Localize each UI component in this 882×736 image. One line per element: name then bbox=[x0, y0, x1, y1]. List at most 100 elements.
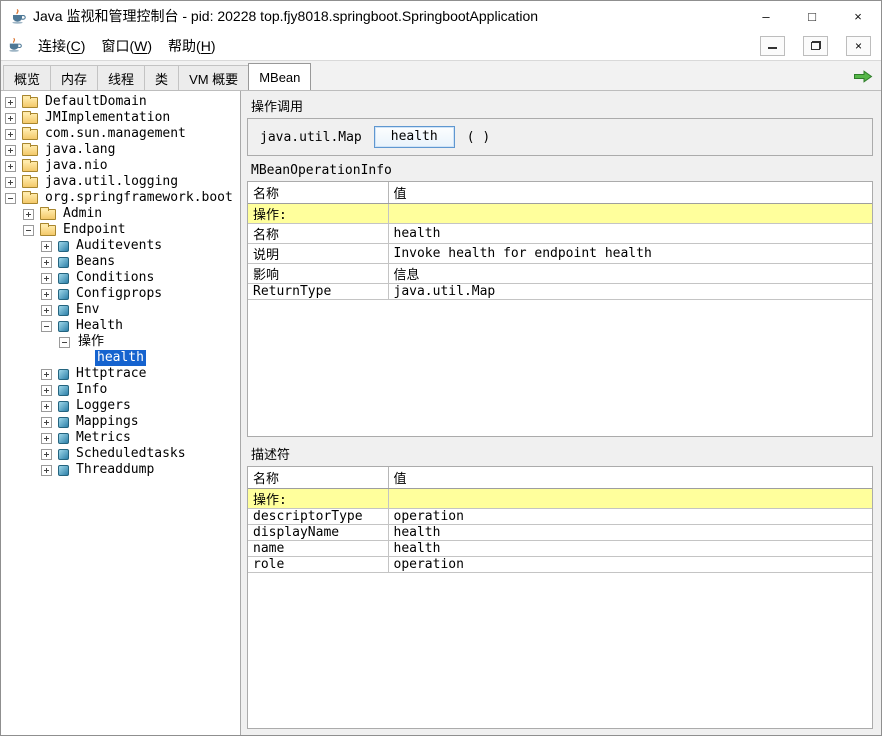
expand-icon[interactable] bbox=[41, 433, 52, 444]
expand-icon[interactable] bbox=[5, 129, 16, 140]
collapse-icon[interactable] bbox=[41, 321, 52, 332]
column-header-名称[interactable]: 名称 bbox=[248, 467, 388, 488]
frame-minimize-button[interactable] bbox=[760, 36, 785, 56]
cell-value[interactable]: Invoke health for endpoint health bbox=[388, 243, 872, 263]
tree-item-Scheduledtasks[interactable]: Scheduledtasks bbox=[1, 446, 240, 462]
column-header-名称[interactable]: 名称 bbox=[248, 182, 388, 203]
tree-item-JMImplementation[interactable]: JMImplementation bbox=[1, 110, 240, 126]
table-row[interactable]: 影响信息 bbox=[248, 263, 872, 283]
tree-item-org.springframework.boot[interactable]: org.springframework.boot bbox=[1, 190, 240, 206]
tree-item-health[interactable]: health bbox=[1, 350, 240, 366]
cell-name[interactable]: 说明 bbox=[248, 243, 388, 263]
tree-item-DefaultDomain[interactable]: DefaultDomain bbox=[1, 94, 240, 110]
tab-概览[interactable]: 概览 bbox=[3, 65, 51, 90]
expand-icon[interactable] bbox=[5, 161, 16, 172]
table-row[interactable]: namehealth bbox=[248, 540, 872, 556]
cell-name[interactable]: descriptorType bbox=[248, 508, 388, 524]
tree-item-Beans[interactable]: Beans bbox=[1, 254, 240, 270]
tree-item-com.sun.management[interactable]: com.sun.management bbox=[1, 126, 240, 142]
expand-icon[interactable] bbox=[41, 305, 52, 316]
expand-icon[interactable] bbox=[41, 385, 52, 396]
frame-close-button[interactable]: × bbox=[846, 36, 871, 56]
collapse-icon[interactable] bbox=[23, 225, 34, 236]
tree-item-Admin[interactable]: Admin bbox=[1, 206, 240, 222]
tree-item-java.nio[interactable]: java.nio bbox=[1, 158, 240, 174]
tree-item-Env[interactable]: Env bbox=[1, 302, 240, 318]
tree-item-Mappings[interactable]: Mappings bbox=[1, 414, 240, 430]
tree-item-Conditions[interactable]: Conditions bbox=[1, 270, 240, 286]
cell-value[interactable]: operation bbox=[388, 508, 872, 524]
table-row[interactable]: 名称health bbox=[248, 223, 872, 243]
cell-value[interactable]: 信息 bbox=[388, 263, 872, 283]
tree-item-Health[interactable]: Health bbox=[1, 318, 240, 334]
table-row[interactable]: descriptorTypeoperation bbox=[248, 508, 872, 524]
menu-item-window[interactable]: 窗口(W) bbox=[93, 32, 160, 60]
tab-类[interactable]: 类 bbox=[144, 65, 179, 90]
tree-item-label: JMImplementation bbox=[43, 110, 172, 126]
tree-item-操作[interactable]: 操作 bbox=[1, 334, 240, 350]
table-row[interactable]: ReturnTypejava.util.Map bbox=[248, 283, 872, 299]
operation-invoke-section: 操作调用 java.util.Map health ( ) bbox=[247, 93, 873, 156]
tree-item-Metrics[interactable]: Metrics bbox=[1, 430, 240, 446]
cell-value[interactable]: health bbox=[388, 223, 872, 243]
expand-icon[interactable] bbox=[23, 209, 34, 220]
cell-name[interactable]: 名称 bbox=[248, 223, 388, 243]
expand-icon[interactable] bbox=[41, 417, 52, 428]
tree-item-Auditevents[interactable]: Auditevents bbox=[1, 238, 240, 254]
table-row[interactable]: 操作: bbox=[248, 203, 872, 223]
collapse-icon[interactable] bbox=[5, 193, 16, 204]
expand-icon[interactable] bbox=[5, 97, 16, 108]
menu-item-connect[interactable]: 连接(C) bbox=[30, 32, 93, 60]
tree-item-Loggers[interactable]: Loggers bbox=[1, 398, 240, 414]
collapse-icon[interactable] bbox=[59, 337, 70, 348]
close-button[interactable]: × bbox=[835, 1, 881, 31]
cell-value[interactable]: operation bbox=[388, 556, 872, 572]
expand-icon[interactable] bbox=[41, 289, 52, 300]
table-row[interactable]: displayNamehealth bbox=[248, 524, 872, 540]
cell-name[interactable]: 操作: bbox=[248, 203, 388, 223]
expand-icon[interactable] bbox=[41, 273, 52, 284]
tree-item-Httptrace[interactable]: Httptrace bbox=[1, 366, 240, 382]
cell-name[interactable]: role bbox=[248, 556, 388, 572]
cell-value[interactable] bbox=[388, 488, 872, 508]
table-row[interactable]: 操作: bbox=[248, 488, 872, 508]
cell-name[interactable]: ReturnType bbox=[248, 283, 388, 299]
expand-icon[interactable] bbox=[41, 465, 52, 476]
tab-MBean[interactable]: MBean bbox=[248, 63, 311, 90]
column-header-值[interactable]: 值 bbox=[388, 182, 872, 203]
column-header-值[interactable]: 值 bbox=[388, 467, 872, 488]
menu-item-help[interactable]: 帮助(H) bbox=[160, 32, 223, 60]
tab-VM-概要[interactable]: VM 概要 bbox=[178, 65, 249, 90]
expand-icon[interactable] bbox=[5, 113, 16, 124]
maximize-button[interactable]: □ bbox=[789, 1, 835, 31]
expand-icon[interactable] bbox=[41, 401, 52, 412]
cell-name[interactable]: displayName bbox=[248, 524, 388, 540]
cell-value[interactable]: java.util.Map bbox=[388, 283, 872, 299]
expand-icon[interactable] bbox=[41, 241, 52, 252]
tree-item-Info[interactable]: Info bbox=[1, 382, 240, 398]
cell-name[interactable]: 操作: bbox=[248, 488, 388, 508]
tree-item-java.lang[interactable]: java.lang bbox=[1, 142, 240, 158]
tab-内存[interactable]: 内存 bbox=[50, 65, 98, 90]
cell-value[interactable] bbox=[388, 203, 872, 223]
cell-name[interactable]: name bbox=[248, 540, 388, 556]
invoke-health-button[interactable]: health bbox=[374, 126, 455, 148]
expand-icon[interactable] bbox=[41, 369, 52, 380]
tree-item-Configprops[interactable]: Configprops bbox=[1, 286, 240, 302]
tree-item-Threaddump[interactable]: Threaddump bbox=[1, 462, 240, 478]
expand-icon[interactable] bbox=[41, 449, 52, 460]
cell-value[interactable]: health bbox=[388, 524, 872, 540]
table-row[interactable]: roleoperation bbox=[248, 556, 872, 572]
cell-value[interactable]: health bbox=[388, 540, 872, 556]
tree-item-java.util.logging[interactable]: java.util.logging bbox=[1, 174, 240, 190]
expand-icon[interactable] bbox=[5, 145, 16, 156]
tree-item-label: java.lang bbox=[43, 142, 117, 158]
tab-线程[interactable]: 线程 bbox=[97, 65, 145, 90]
frame-restore-button[interactable] bbox=[803, 36, 828, 56]
table-row[interactable]: 说明Invoke health for endpoint health bbox=[248, 243, 872, 263]
tree-item-Endpoint[interactable]: Endpoint bbox=[1, 222, 240, 238]
expand-icon[interactable] bbox=[5, 177, 16, 188]
cell-name[interactable]: 影响 bbox=[248, 263, 388, 283]
minimize-button[interactable]: – bbox=[743, 1, 789, 31]
expand-icon[interactable] bbox=[41, 257, 52, 268]
